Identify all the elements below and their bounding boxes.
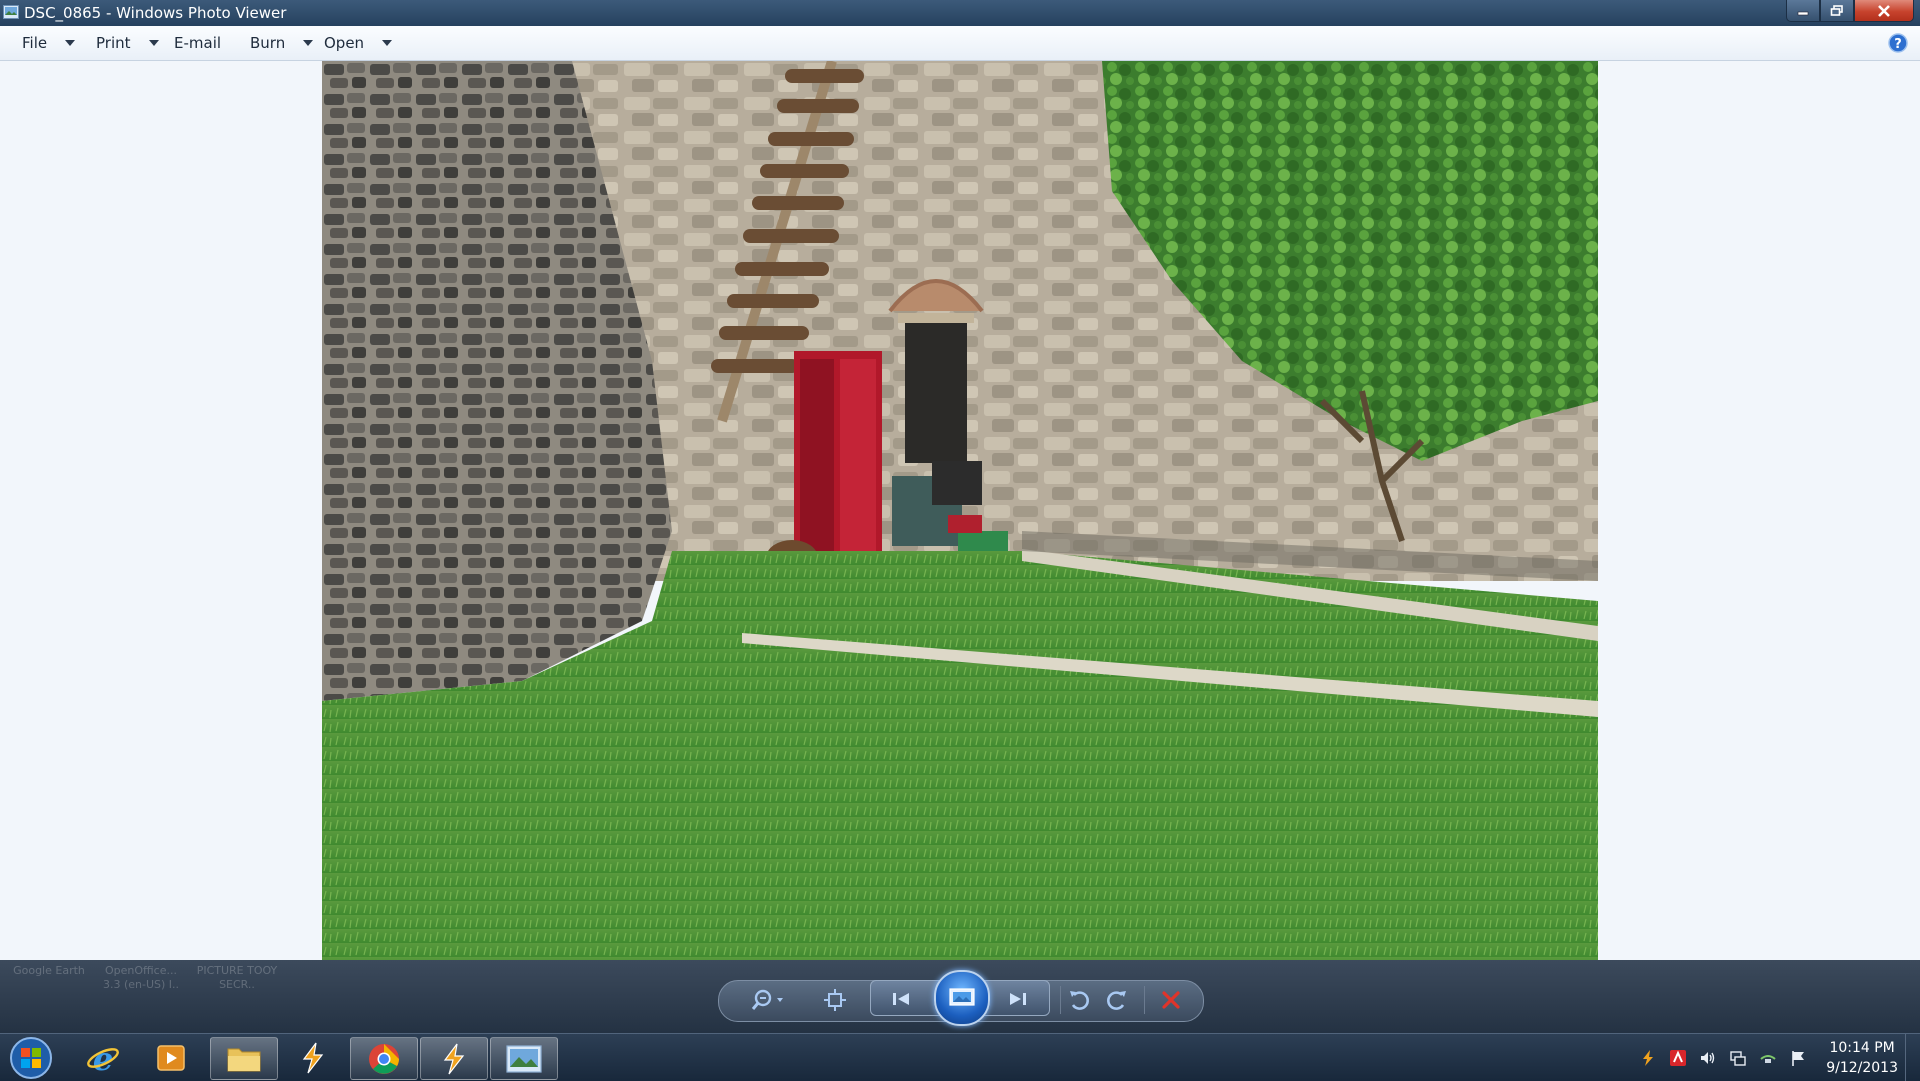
folder-icon bbox=[227, 1048, 261, 1071]
chevron-down-icon bbox=[382, 40, 393, 46]
tray-volume[interactable] bbox=[1698, 1048, 1718, 1068]
tray-network[interactable] bbox=[1728, 1048, 1748, 1068]
taskbar-photo-viewer[interactable] bbox=[490, 1037, 558, 1080]
desktop-ghost-label: OpenOffice... 3.3 (en-US) I.. bbox=[102, 964, 180, 991]
chevron-down-icon bbox=[65, 40, 76, 46]
winamp-icon bbox=[443, 1043, 465, 1074]
actual-size-icon bbox=[824, 989, 846, 1011]
svg-text:e: e bbox=[93, 1040, 113, 1076]
minimize-icon bbox=[1797, 11, 1809, 15]
tray-antivirus[interactable] bbox=[1668, 1048, 1688, 1068]
taskbar: e 10:14 PM 9/12/2013 bbox=[0, 1033, 1920, 1081]
chrome-icon bbox=[369, 1043, 399, 1074]
desktop-ghost-label: PICTURE TOOY SECR.. bbox=[196, 964, 278, 991]
title-bar: DSC_0865 - Windows Photo Viewer bbox=[0, 0, 1920, 26]
taskbar-file-explorer[interactable] bbox=[210, 1037, 278, 1080]
network-icon bbox=[1730, 1051, 1746, 1066]
flag-icon bbox=[1792, 1051, 1804, 1066]
clock-time: 10:14 PM bbox=[1829, 1040, 1895, 1056]
power-plug-icon bbox=[1760, 1055, 1776, 1063]
delete-button[interactable] bbox=[1156, 984, 1186, 1016]
window-title: DSC_0865 - Windows Photo Viewer bbox=[24, 4, 287, 22]
internet-explorer-icon: e bbox=[87, 1040, 119, 1076]
file-menu-label: File bbox=[22, 34, 48, 52]
taskbar-clock[interactable]: 10:14 PM 9/12/2013 bbox=[1826, 1038, 1898, 1078]
separator bbox=[1060, 986, 1061, 1014]
winamp-icon bbox=[302, 1042, 324, 1073]
tray-action-center[interactable] bbox=[1788, 1048, 1808, 1068]
previous-button[interactable] bbox=[886, 983, 916, 1015]
taskbar-chrome[interactable] bbox=[350, 1037, 418, 1080]
help-icon[interactable]: ? bbox=[1888, 33, 1908, 53]
rotate-clockwise-button[interactable] bbox=[1102, 984, 1132, 1016]
open-menu-label: Open bbox=[324, 34, 365, 52]
photo-viewer-app-icon bbox=[3, 5, 19, 19]
restore-icon bbox=[1830, 4, 1843, 16]
show-desktop-button[interactable] bbox=[1905, 1034, 1920, 1081]
close-icon bbox=[1878, 4, 1890, 17]
rotate-counterclockwise-icon bbox=[1070, 991, 1089, 1010]
volume-icon bbox=[1701, 1052, 1715, 1064]
media-player-icon bbox=[157, 1044, 185, 1071]
winamp-tray-icon bbox=[1643, 1050, 1653, 1066]
tray-power[interactable] bbox=[1758, 1048, 1778, 1068]
slideshow-icon bbox=[949, 988, 975, 1006]
rotate-clockwise-icon bbox=[1107, 991, 1126, 1010]
slideshow-button[interactable] bbox=[934, 970, 990, 1026]
chevron-down-icon bbox=[148, 40, 159, 46]
svg-text:?: ? bbox=[1894, 37, 1902, 52]
minimize-button[interactable] bbox=[1786, 0, 1820, 22]
email-button[interactable]: E-mail bbox=[174, 34, 221, 52]
clock-date: 9/12/2013 bbox=[1826, 1060, 1898, 1076]
antivirus-icon bbox=[1670, 1050, 1686, 1066]
next-button[interactable] bbox=[1003, 983, 1033, 1015]
print-menu-label: Print bbox=[96, 34, 131, 52]
delete-icon bbox=[1162, 991, 1180, 1009]
tray-winamp[interactable] bbox=[1638, 1048, 1658, 1068]
separator bbox=[1144, 986, 1145, 1014]
email-button-label: E-mail bbox=[174, 34, 222, 52]
photo-image bbox=[322, 61, 1598, 960]
taskbar-winamp[interactable] bbox=[420, 1037, 488, 1080]
menu-bar: File Print E-mail Burn Open ? bbox=[0, 26, 1920, 61]
restore-button[interactable] bbox=[1820, 0, 1854, 22]
actual-size-button[interactable] bbox=[820, 984, 850, 1016]
print-menu[interactable]: Print bbox=[96, 34, 159, 52]
burn-menu[interactable]: Burn bbox=[250, 34, 314, 52]
zoom-button[interactable] bbox=[748, 984, 790, 1016]
rotate-counterclockwise-button[interactable] bbox=[1064, 984, 1094, 1016]
photo-display[interactable] bbox=[322, 61, 1598, 960]
close-button[interactable] bbox=[1854, 0, 1914, 22]
file-menu[interactable]: File bbox=[22, 34, 76, 52]
burn-menu-label: Burn bbox=[250, 34, 286, 52]
taskbar-winamp[interactable] bbox=[280, 1037, 346, 1078]
next-icon bbox=[1010, 993, 1026, 1005]
desktop-ghost-label: Google Earth bbox=[13, 964, 85, 977]
photo-viewer-icon bbox=[506, 1044, 542, 1073]
zoom-icon bbox=[751, 989, 783, 1010]
previous-icon bbox=[893, 993, 909, 1005]
start-button-icon[interactable] bbox=[8, 1036, 54, 1080]
taskbar-media-player[interactable] bbox=[138, 1037, 204, 1078]
chevron-down-icon bbox=[303, 40, 314, 46]
taskbar-internet-explorer[interactable]: e bbox=[70, 1037, 136, 1078]
open-menu[interactable]: Open bbox=[324, 34, 393, 52]
